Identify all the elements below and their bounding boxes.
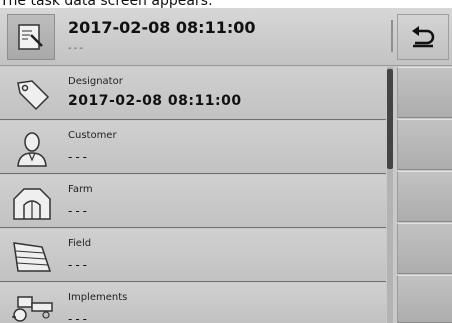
row-value: --- xyxy=(68,258,90,272)
row-farm[interactable]: Farm --- xyxy=(0,175,386,228)
row-value: --- xyxy=(68,150,90,164)
tractor-icon xyxy=(12,296,53,322)
task-subtitle: --- xyxy=(68,43,85,54)
tag-icon xyxy=(17,80,50,111)
row-label: Customer xyxy=(68,130,117,141)
row-implements[interactable]: Implements --- xyxy=(0,283,386,323)
row-label: Field xyxy=(68,238,92,249)
row-designator[interactable]: Designator 2017-02-08 08:11:00 xyxy=(0,67,386,120)
caption-text: The task data screen appears: xyxy=(0,0,452,8)
barn-icon xyxy=(13,188,51,220)
row-label: Farm xyxy=(68,184,93,195)
side-button-5[interactable] xyxy=(397,275,452,323)
scrollbar-thumb[interactable] xyxy=(387,69,393,169)
side-button-4[interactable] xyxy=(397,223,452,274)
row-label: Designator xyxy=(68,76,123,87)
task-title: 2017-02-08 08:11:00 xyxy=(68,18,256,37)
task-document-icon[interactable] xyxy=(7,14,55,60)
row-value: --- xyxy=(68,204,90,218)
header-divider xyxy=(391,20,393,52)
side-button-1[interactable] xyxy=(397,67,452,118)
task-data-list: Designator 2017-02-08 08:11:00 Customer … xyxy=(0,67,386,323)
header-bar: 2017-02-08 08:11:00 --- xyxy=(0,8,452,66)
task-data-screen: 2017-02-08 08:11:00 --- Designator 2017-… xyxy=(0,8,452,323)
field-icon xyxy=(13,242,52,272)
row-value: 2017-02-08 08:11:00 xyxy=(68,93,242,109)
row-customer[interactable]: Customer --- xyxy=(0,121,386,174)
row-field[interactable]: Field --- xyxy=(0,229,386,282)
scrollbar[interactable] xyxy=(387,67,393,323)
person-icon xyxy=(17,132,47,167)
row-label: Implements xyxy=(68,292,128,303)
side-button-2[interactable] xyxy=(397,119,452,170)
row-value: --- xyxy=(68,312,90,323)
return-arrow-icon xyxy=(412,26,435,48)
side-button-3[interactable] xyxy=(397,171,452,222)
back-button[interactable] xyxy=(397,14,449,60)
